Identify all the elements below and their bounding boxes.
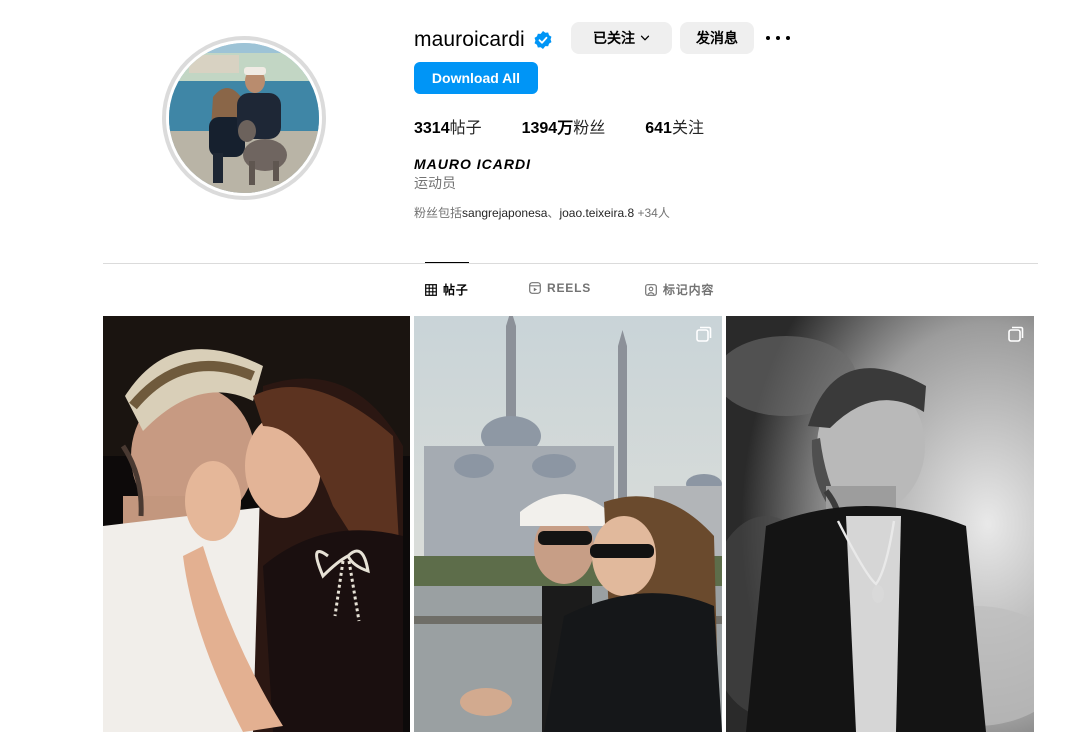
more-dot (776, 36, 780, 40)
followed-by[interactable]: 粉丝包括sangrejaponesa、joao.teixeira.8 +34人 (414, 204, 670, 221)
post-image (103, 316, 410, 732)
post-thumbnail[interactable] (103, 316, 410, 732)
tabs-divider (103, 263, 1038, 264)
post-image (726, 316, 1034, 732)
followed-by-name-1: sangrejaponesa (462, 206, 548, 220)
avatar-photo (169, 43, 319, 193)
post-thumbnail[interactable] (726, 316, 1034, 732)
active-tab-indicator (425, 262, 469, 263)
post-image (414, 316, 722, 732)
followed-by-more: +34人 (634, 206, 670, 220)
followers-label: 粉丝 (573, 120, 606, 137)
more-options-icon[interactable] (766, 28, 790, 48)
posts-count: 3314 (414, 120, 450, 137)
message-button[interactable]: 发消息 (680, 22, 754, 54)
tab-reels-label: REELS (547, 281, 592, 295)
posts-stat: 3314帖子 (414, 114, 482, 138)
download-all-button[interactable]: Download All (414, 62, 538, 94)
username-row: mauroicardi (414, 24, 553, 56)
category-label: 运动员 (414, 175, 456, 191)
followed-by-separator: 、 (547, 206, 560, 220)
tagged-icon (645, 283, 657, 296)
multiple-photos-icon (1008, 326, 1024, 342)
download-all-label: Download All (431, 70, 521, 86)
chevron-down-icon (640, 35, 650, 41)
profile-stats: 3314帖子 1394万粉丝 641关注 (414, 114, 744, 138)
reels-icon (529, 282, 541, 294)
tab-tagged-label: 标记内容 (663, 283, 715, 297)
followed-by-name-2: joao.teixeira.8 (559, 206, 635, 220)
more-dot (766, 36, 770, 40)
tab-reels[interactable]: REELS (529, 281, 591, 295)
verified-badge-icon (534, 31, 552, 49)
following-label: 关注 (671, 120, 704, 137)
profile-avatar[interactable] (162, 36, 326, 200)
post-thumbnail[interactable] (414, 316, 722, 732)
posts-label: 帖子 (449, 120, 482, 137)
multiple-photos-icon (696, 326, 712, 342)
avatar-image (169, 43, 319, 193)
username: mauroicardi (414, 28, 525, 51)
followers-count: 1394万 (521, 120, 574, 137)
tab-posts[interactable]: 帖子 (425, 281, 469, 298)
tab-tagged[interactable]: 标记内容 (645, 281, 714, 298)
following-button-label: 已关注 (593, 30, 635, 46)
following-button[interactable]: 已关注 (571, 22, 672, 54)
tab-posts-label: 帖子 (443, 283, 469, 297)
following-stat[interactable]: 641关注 (645, 114, 704, 138)
message-button-label: 发消息 (696, 30, 738, 46)
avatar-border (166, 40, 322, 196)
more-dot (786, 36, 790, 40)
full-name: MAURO ICARDI (414, 156, 531, 172)
followers-stat[interactable]: 1394万粉丝 (522, 114, 606, 138)
following-count: 641 (645, 120, 672, 137)
grid-icon (425, 283, 437, 296)
profile-tabs: 帖子 REELS 标记内容 (0, 281, 1092, 301)
followed-by-prefix: 粉丝包括 (414, 206, 463, 220)
